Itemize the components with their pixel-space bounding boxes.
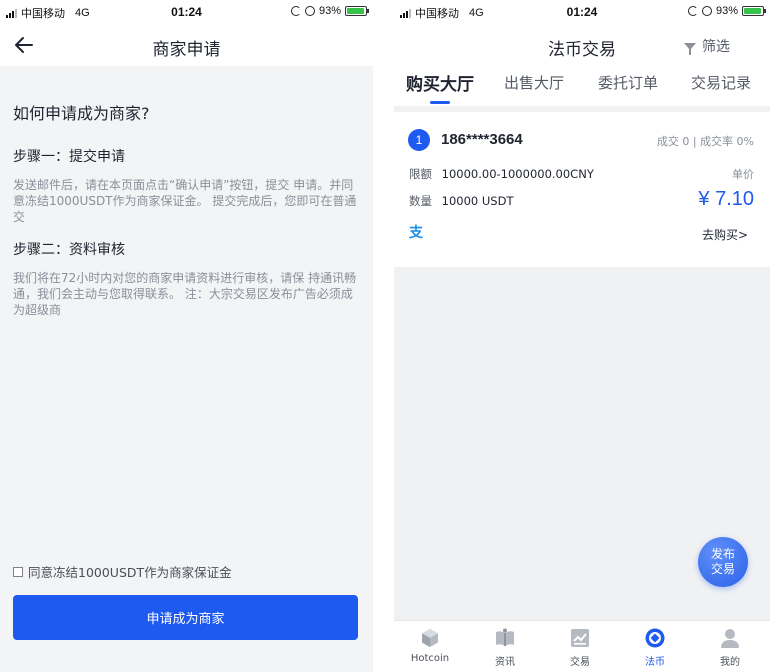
rotation-lock-icon [687,6,698,16]
bottom-tab-bar: Hotcoin 资讯 交易 法币 我的 [394,620,770,672]
active-tab-indicator [430,101,450,104]
step-one-body: 发送邮件后，请在本页面点击“确认申请”按钮，提交 申请。并同意冻结1000USD… [13,178,357,224]
alarm-icon [304,6,315,16]
trade-stats: 成交 0 | 成交率 0% [656,135,754,148]
tabbar-label: 法币 [645,657,665,668]
agree-label: 同意冻结1000USDT作为商家保证金 [28,565,232,580]
step-one-title: 步骤一：提交申请 [13,149,125,165]
agree-deposit-checkbox[interactable]: 同意冻结1000USDT作为商家保证金 [13,562,232,581]
merchant-name: 186****3664 [441,131,523,148]
filter-label: 筛选 [702,39,730,55]
tabbar-item-hotcoin[interactable]: Hotcoin [400,627,460,664]
unit-price: ¥ 7.10 [698,188,754,210]
chart-icon [571,629,589,647]
question-heading: 如何申请成为商家? [13,104,150,123]
quantity-value: 10000 USDT [441,194,514,208]
filter-icon [684,42,696,55]
status-bar: 中国移动 4G 01:24 93% [394,0,770,24]
step-two-title: 步骤二：资料审核 [13,242,125,258]
limit-value: 10000.00-1000000.00CNY [441,167,594,181]
tab-trade-records[interactable]: 交易记录 [691,72,751,93]
nav-bar: 商家申请 [0,24,373,66]
tab-buy-hall[interactable]: 购买大厅 [406,70,474,95]
step-two-body: 我们将在72小时内对您的商家申请资料进行审核，请保 持通讯畅通，我们会主动与您取… [13,271,357,317]
fiat-header: 法币交易 筛选 购买大厅 出售大厅 委托订单 交易记录 [394,24,770,106]
battery-icon [345,6,369,16]
tabbar-label: 交易 [570,657,590,668]
user-icon [721,629,739,648]
status-bar: 中国移动 4G 01:24 93% [0,0,373,24]
tabbar-label: 我的 [720,657,740,668]
tabbar-label: 资讯 [495,657,515,668]
rank-badge: 1 [408,129,430,151]
apply-merchant-button[interactable]: 申请成为商家 [13,595,358,640]
fab-line-1: 发布 [710,547,735,561]
tab-orders[interactable]: 委托订单 [598,72,658,93]
page-title: 商家申请 [152,40,221,60]
limit-label: 限额 [409,167,432,181]
battery-percent: 93% [715,5,738,17]
price-label: 单价 [732,168,754,181]
quantity-row: 数量 10000 USDT [409,193,514,209]
screen-divider [373,0,394,672]
merchant-apply-screen: 中国移动 4G 01:24 93% 商家申请 如何申请成为商家? 步骤一：提交申… [0,0,373,672]
apply-instructions: 如何申请成为商家? 步骤一：提交申请 发送邮件后，请在本页面点击“确认申请”按钮… [13,100,359,332]
quantity-label: 数量 [409,194,432,208]
battery-icon [742,6,766,16]
tabbar-label: Hotcoin [410,653,450,664]
limit-row: 限额 10000.00-1000000.00CNY [409,166,594,182]
alarm-icon [701,6,712,16]
tabbar-item-news[interactable]: 资讯 [475,627,535,668]
checkbox-icon[interactable] [13,566,23,577]
tabbar-item-mine[interactable]: 我的 [700,627,760,668]
go-buy-link[interactable]: 去购买> [702,226,748,243]
battery-percent: 93% [318,5,341,17]
offer-card[interactable]: 1 186****3664 成交 0 | 成交率 0% 限额 10000.00-… [394,112,770,267]
filter-button[interactable]: 筛选 [684,36,730,56]
fiat-trade-screen: 中国移动 4G 01:24 93% 法币交易 筛选 购买大厅 出售大厅 委托订单… [394,0,770,672]
publish-trade-button[interactable]: 发布 交易 [698,537,748,587]
tabbar-item-trade[interactable]: 交易 [550,627,610,668]
trade-tabs: 购买大厅 出售大厅 委托订单 交易记录 [394,70,770,106]
alipay-icon: 支 [409,225,423,241]
book-icon [496,628,514,646]
tabbar-item-fiat[interactable]: 法币 [625,627,685,668]
rotation-lock-icon [290,6,301,16]
fiat-icon [645,628,665,648]
cube-icon [422,629,438,647]
tab-sell-hall[interactable]: 出售大厅 [504,72,564,93]
fab-line-2: 交易 [710,562,735,576]
